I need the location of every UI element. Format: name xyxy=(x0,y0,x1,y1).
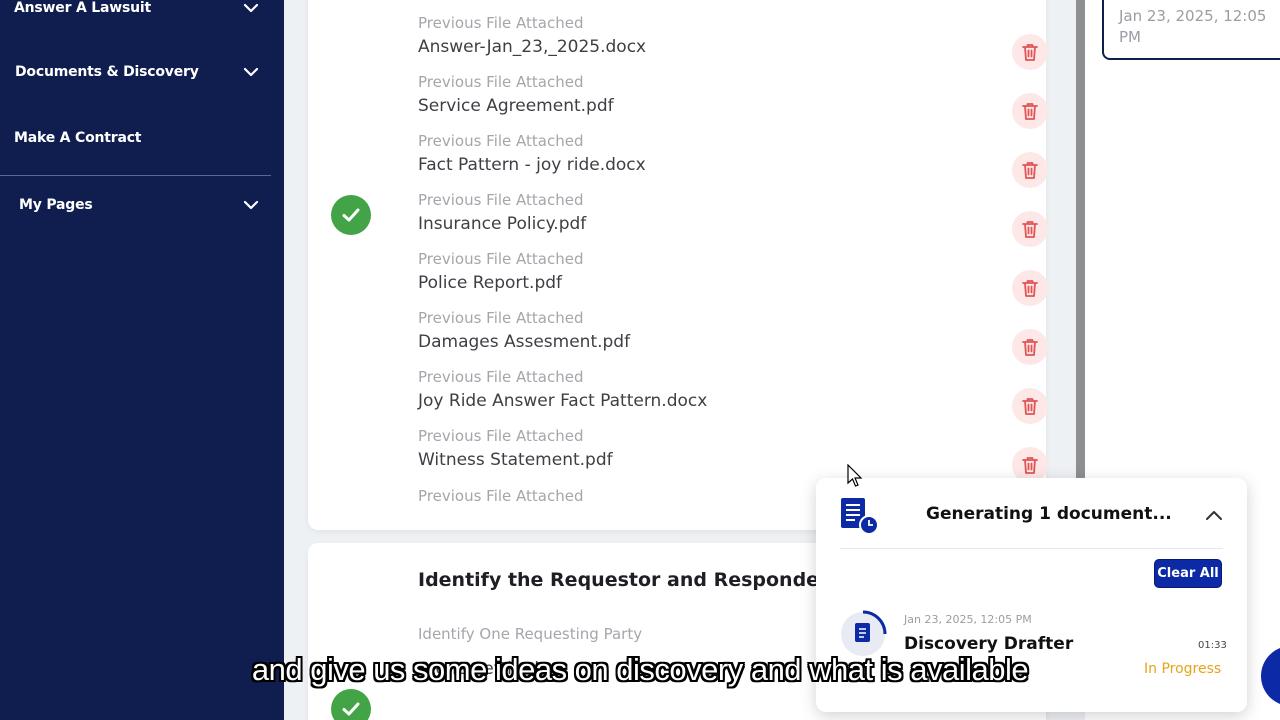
chevron-down-icon xyxy=(243,3,259,13)
file-sub-label: Previous File Attached xyxy=(418,14,584,32)
trash-icon xyxy=(1022,457,1038,474)
chevron-down-icon xyxy=(243,67,259,77)
mouse-cursor-icon xyxy=(847,464,863,487)
file-name: Joy Ride Answer Fact Pattern.docx xyxy=(418,391,708,411)
file-name: Fact Pattern - joy ride.docx xyxy=(418,155,646,175)
sidebar-divider xyxy=(0,175,271,176)
delete-file-button[interactable] xyxy=(1012,329,1048,365)
delete-file-button[interactable] xyxy=(1012,93,1048,129)
section-heading: Identify the Requestor and Responder xyxy=(418,569,829,591)
delete-file-button[interactable] xyxy=(1012,152,1048,188)
popup-divider xyxy=(840,548,1223,549)
popup-title: Generating 1 document... xyxy=(926,504,1172,524)
trash-icon xyxy=(1022,398,1038,415)
list-item: Previous File Attached Police Report.pdf xyxy=(418,250,1018,294)
attached-files-card: Previous File Attached Answer-Jan_23,_20… xyxy=(308,0,1048,530)
file-sub-label: Previous File Attached xyxy=(418,132,584,150)
trash-icon xyxy=(1022,103,1038,120)
sidebar-item-label: Answer A Lawsuit xyxy=(14,0,151,16)
file-sub-label: Previous File Attached xyxy=(418,368,584,386)
list-item: Previous File Attached Joy Ride Answer F… xyxy=(418,368,1018,412)
chevron-up-icon[interactable] xyxy=(1204,508,1224,522)
file-sub-label: Previous File Attached xyxy=(418,73,584,91)
sidebar-item-label: My Pages xyxy=(19,197,93,213)
file-name: Insurance Policy.pdf xyxy=(418,214,587,234)
sidebar-item-label: Documents & Discovery xyxy=(15,64,199,80)
sidebar-item-documents-discovery[interactable]: Documents & Discovery xyxy=(0,62,270,82)
trash-icon xyxy=(1022,44,1038,61)
file-name: Witness Statement.pdf xyxy=(418,450,613,470)
list-item: Previous File Attached Insurance Policy.… xyxy=(418,191,1018,235)
file-sub-label: Previous File Attached xyxy=(418,309,584,327)
document-clock-icon xyxy=(841,498,879,535)
video-caption: and give us some ideas on discovery and … xyxy=(251,652,1029,687)
delete-file-button[interactable] xyxy=(1012,388,1048,424)
chevron-down-icon xyxy=(243,200,259,210)
file-sub-label: Previous File Attached xyxy=(418,250,584,268)
list-item: Previous File Attached Damages Assesment… xyxy=(418,309,1018,353)
delete-file-button[interactable] xyxy=(1012,211,1048,247)
job-timestamp: Jan 23, 2025, 12:05 PM xyxy=(904,613,1032,626)
file-name: Answer-Jan_23,_2025.docx xyxy=(418,37,647,57)
trash-icon xyxy=(1022,339,1038,356)
sidebar-item-answer-lawsuit[interactable]: Answer A Lawsuit xyxy=(0,0,270,18)
timestamp-text: Jan 23, 2025, 12:05 PM xyxy=(1119,7,1267,46)
list-item: Previous File Attached Fact Pattern - jo… xyxy=(418,132,1018,176)
trash-icon xyxy=(1022,280,1038,297)
list-item: Previous File Attached Service Agreement… xyxy=(418,73,1018,117)
sidebar: Answer A Lawsuit Documents & Discovery M… xyxy=(0,0,284,720)
delete-file-button[interactable] xyxy=(1012,270,1048,306)
list-item: Previous File Attached Answer-Jan_23,_20… xyxy=(418,14,1018,58)
sidebar-item-make-contract[interactable]: Make A Contract xyxy=(0,128,270,148)
check-circle-icon xyxy=(331,689,371,720)
delete-file-button[interactable] xyxy=(1012,34,1048,70)
list-item: Previous File Attached Witness Statement… xyxy=(418,427,1018,471)
file-sub-label: Previous File Attached xyxy=(418,427,584,445)
file-name: Police Report.pdf xyxy=(418,273,563,293)
sidebar-item-label: Make A Contract xyxy=(14,130,142,146)
timestamp-card[interactable]: Jan 23, 2025, 12:05 PM xyxy=(1102,0,1280,60)
trash-icon xyxy=(1022,221,1038,238)
check-circle-icon xyxy=(331,195,371,235)
file-sub-label: Previous File Attached xyxy=(418,191,584,209)
file-name: Damages Assesment.pdf xyxy=(418,332,631,352)
job-title: Discovery Drafter xyxy=(904,634,1074,654)
file-name: Service Agreement.pdf xyxy=(418,96,614,116)
panel-scrollbar[interactable] xyxy=(1076,0,1085,478)
job-elapsed: 01:33 xyxy=(1198,640,1227,651)
section-sub-label: Identify One Requesting Party xyxy=(418,625,643,643)
sidebar-item-my-pages[interactable]: My Pages xyxy=(0,195,270,215)
clear-all-button[interactable]: Clear All xyxy=(1154,559,1222,588)
trash-icon xyxy=(1022,162,1038,179)
